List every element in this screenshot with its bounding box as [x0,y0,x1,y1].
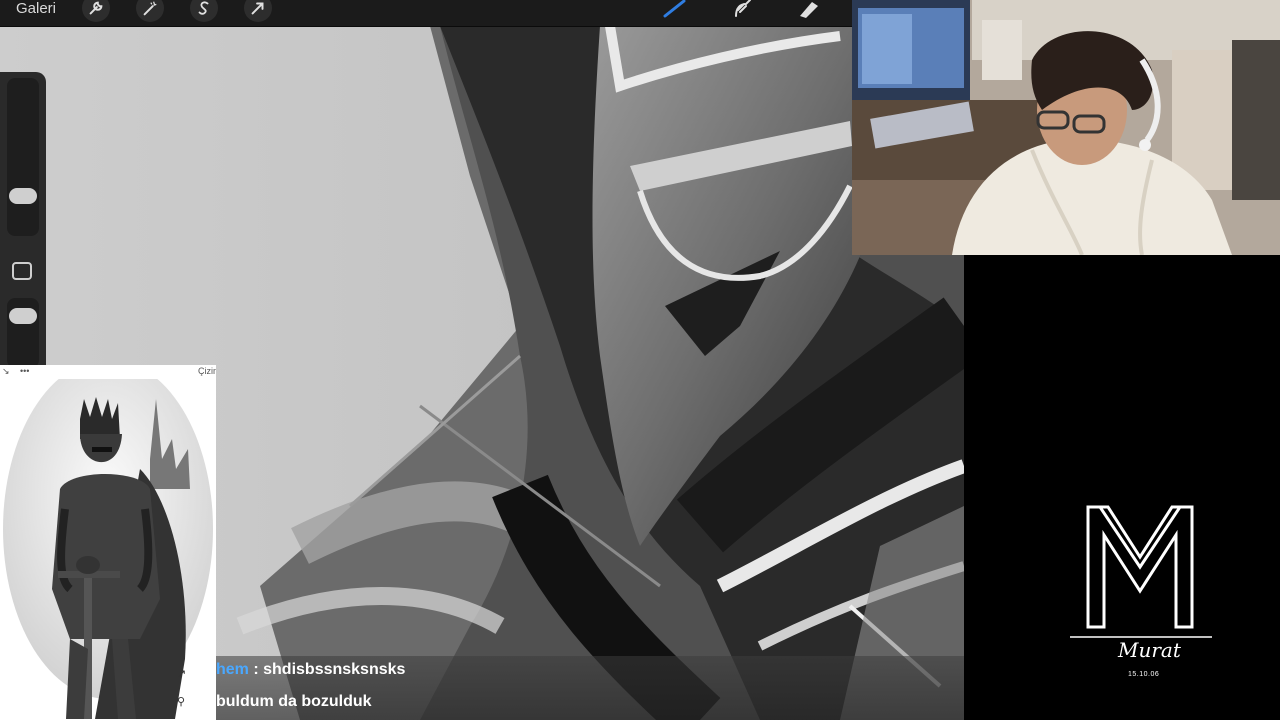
chat-text: shdisbssnsksnsks [263,661,406,678]
actions-button[interactable] [82,0,110,22]
chat-separator: : [248,661,264,678]
selection-s-icon [198,1,209,15]
transform-button[interactable] [244,0,272,22]
streamer-logo [1060,495,1220,695]
signature-date: 15.10.06 [1128,671,1160,678]
top-toolbar: Galeri [0,0,852,27]
chat-message: buldum da bozulduk [216,690,372,714]
modify-button[interactable] [12,262,32,280]
brush-size-knob[interactable] [9,188,37,204]
eraser-icon [800,2,818,18]
transform-arrow-icon [251,2,264,15]
webcam-feed [852,0,1280,255]
chat-username: hem [216,661,249,678]
eraser-tool-button[interactable] [794,0,824,22]
brush-tool-button[interactable] [660,0,690,22]
left-sidebar [0,72,46,372]
wrench-icon [89,1,103,15]
reference-header: ↘ ••• Çizim [0,365,216,379]
brush-icon [663,0,686,18]
reference-title: Çizim [198,366,216,376]
zoom-icon[interactable]: ⚲ [177,695,185,708]
chat-message: hem : shdisbssnsksnsks [216,658,405,682]
smudge-icon [735,0,751,17]
chat-text: buldum da bozulduk [216,693,372,710]
magic-wand-icon [143,1,157,16]
procreate-app: Galeri ↘ ••• Çizi ↗ ⚲ hem: shdisbssnsks… [0,0,964,720]
selection-button[interactable] [190,0,218,22]
gallery-button[interactable]: Galeri [16,0,56,18]
opacity-knob[interactable] [9,308,37,324]
brush-size-slider[interactable] [7,78,39,236]
expand-icon[interactable]: ↘ [2,365,10,377]
resize-icon[interactable]: ↗ [177,667,186,680]
smudge-tool-button[interactable] [728,0,758,22]
opacity-slider[interactable] [7,298,39,368]
reference-panel: ↘ ••• Çizim [0,365,216,720]
adjustments-button[interactable] [136,0,164,22]
more-dots-icon[interactable]: ••• [20,365,29,377]
signature: Murat [1118,638,1181,662]
